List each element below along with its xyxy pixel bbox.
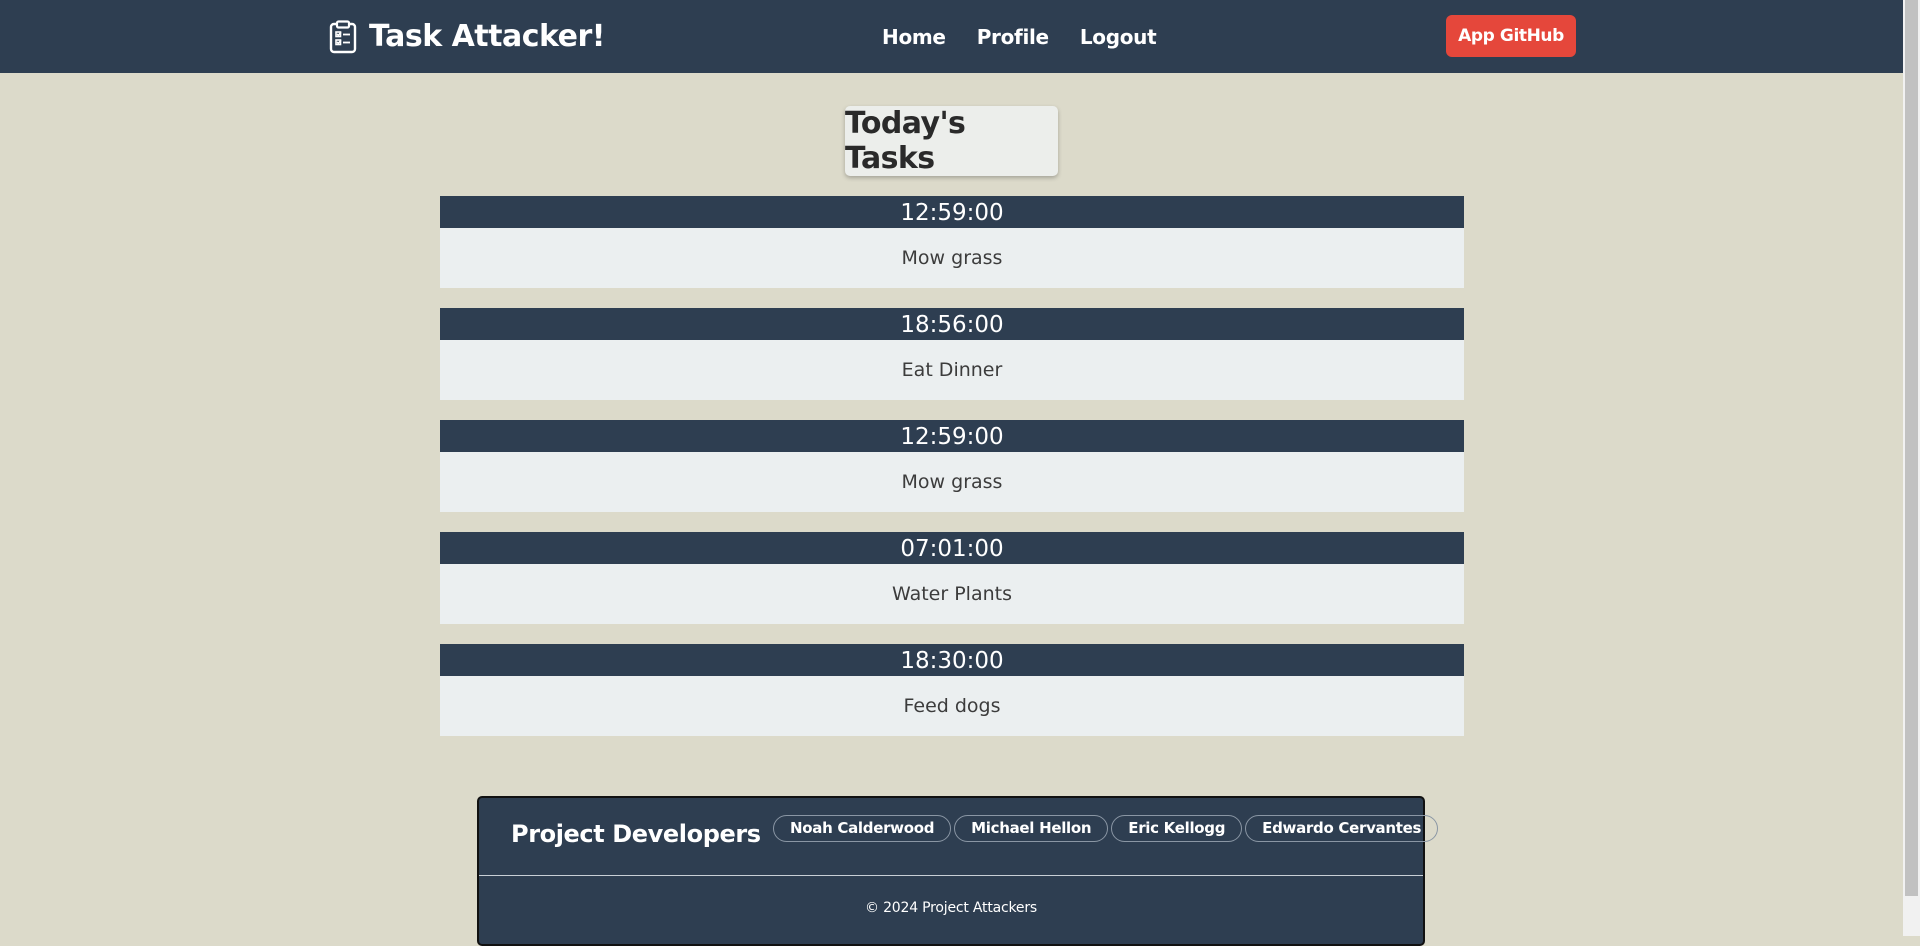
clipboard-check-icon	[329, 20, 357, 54]
brand-title: Task Attacker!	[369, 19, 606, 54]
copyright-text: © 2024 Project Attackers	[865, 900, 1037, 916]
task-name: Eat Dinner	[440, 340, 1464, 400]
task-time: 12:59:00	[440, 196, 1464, 228]
footer-title: Project Developers	[511, 820, 761, 848]
page-title: Today's Tasks	[845, 106, 966, 176]
developer-list: Noah Calderwood Michael Hellon Eric Kell…	[773, 815, 1439, 842]
nav-link-home[interactable]: Home	[882, 23, 946, 51]
task-list: 12:59:00 Mow grass 18:56:00 Eat Dinner 1…	[440, 196, 1464, 756]
top-navbar: Task Attacker! Home Profile Logout App G…	[0, 0, 1903, 73]
task-time: 07:01:00	[440, 532, 1464, 564]
developer-chip[interactable]: Noah Calderwood	[773, 815, 952, 842]
footer: Project Developers Noah Calderwood Micha…	[477, 796, 1439, 946]
task-name: Mow grass	[440, 228, 1464, 288]
page-title-card: Today's Tasks	[845, 106, 1058, 176]
task-name: Feed dogs	[440, 676, 1464, 736]
developer-chip[interactable]: Michael Hellon	[954, 815, 1109, 842]
task-time: 18:30:00	[440, 644, 1464, 676]
footer-divider	[479, 875, 1423, 876]
developer-chip[interactable]: Eric Kellogg	[1111, 815, 1243, 842]
task-card[interactable]: 12:59:00 Mow grass	[440, 420, 1464, 512]
task-card[interactable]: 07:01:00 Water Plants	[440, 532, 1464, 624]
nav-link-logout[interactable]: Logout	[1080, 23, 1157, 51]
app-github-button[interactable]: App GitHub	[1446, 15, 1576, 57]
task-card[interactable]: 18:56:00 Eat Dinner	[440, 308, 1464, 400]
task-card[interactable]: 18:30:00 Feed dogs	[440, 644, 1464, 736]
developer-chip[interactable]: Edwardo Cervantes	[1245, 815, 1439, 842]
nav-link-profile[interactable]: Profile	[977, 23, 1049, 51]
task-time: 12:59:00	[440, 420, 1464, 452]
task-name: Mow grass	[440, 452, 1464, 512]
task-name: Water Plants	[440, 564, 1464, 624]
task-card[interactable]: 12:59:00 Mow grass	[440, 196, 1464, 288]
scrollbar-thumb[interactable]	[1905, 0, 1918, 896]
nav-links: Home Profile Logout	[882, 23, 1157, 51]
task-time: 18:56:00	[440, 308, 1464, 340]
brand[interactable]: Task Attacker!	[329, 18, 606, 56]
vertical-scrollbar[interactable]	[1903, 0, 1920, 936]
